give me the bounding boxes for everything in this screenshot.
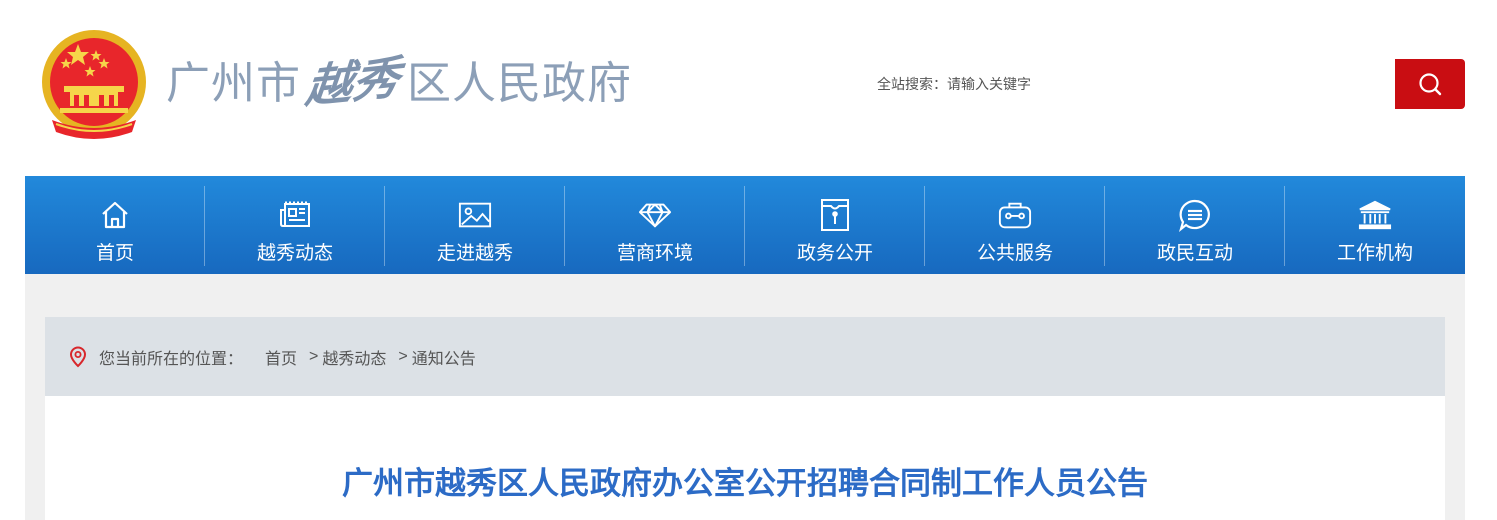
building-icon (1358, 198, 1392, 232)
main-nav: 首页 越秀动态 走进越秀 营商环境 政务公开 公共服务 政民互动 工作机构 (25, 176, 1465, 274)
nav-item-interaction[interactable]: 政民互动 (1105, 176, 1285, 274)
nav-item-agencies[interactable]: 工作机构 (1285, 176, 1465, 274)
search-icon (1419, 73, 1442, 96)
nav-item-business[interactable]: 营商环境 (565, 176, 745, 274)
chat-icon (1178, 198, 1212, 232)
nav-label: 首页 (95, 243, 134, 264)
nav-label: 政务公开 (796, 243, 873, 264)
nav-item-about[interactable]: 走进越秀 (385, 176, 565, 274)
search-button[interactable] (1395, 59, 1465, 109)
breadcrumb-prefix: 您当前所在的位置： (99, 350, 244, 368)
search-label: 全站搜索： (877, 76, 947, 92)
nav-label: 公共服务 (976, 243, 1053, 264)
image-icon (458, 198, 492, 232)
national-emblem-logo[interactable] (38, 28, 150, 144)
diamond-icon (638, 198, 672, 232)
nav-item-open-gov[interactable]: 政务公开 (745, 176, 925, 274)
home-icon (98, 198, 132, 232)
nav-label: 工作机构 (1336, 243, 1413, 264)
site-title[interactable]: 广州市 越秀 区人民政府 (166, 44, 632, 114)
breadcrumb-notice-link[interactable]: 通知公告 (412, 345, 476, 369)
nav-item-public-service[interactable]: 公共服务 (925, 176, 1105, 274)
article-title: 广州市越秀区人民政府办公室公开招聘合同制工作人员公告 (342, 466, 1148, 501)
location-pin-icon (69, 345, 87, 367)
header: 广州市 越秀 区人民政府 全站搜索： (0, 0, 1497, 176)
breadcrumb-news-link[interactable]: 越秀动态 (322, 345, 386, 369)
nav-label: 营商环境 (616, 243, 693, 264)
article: 广州市越秀区人民政府办公室公开招聘合同制工作人员公告 (45, 396, 1445, 520)
envelope-icon (818, 198, 852, 232)
search-box: 全站搜索： (877, 60, 1395, 108)
nav-label: 越秀动态 (256, 243, 333, 264)
search-input[interactable] (947, 76, 1247, 92)
site-title-district: 区人民政府 (407, 58, 632, 109)
briefcase-icon (998, 198, 1032, 232)
site-title-calligraphy: 越秀 (303, 50, 403, 114)
breadcrumb-separator: > (309, 347, 319, 365)
nav-label: 政民互动 (1156, 243, 1233, 264)
breadcrumb-separator: > (398, 347, 408, 365)
nav-item-home[interactable]: 首页 (25, 176, 205, 274)
breadcrumb: 您当前所在的位置： 首页 > 越秀动态 > 通知公告 (45, 317, 1445, 396)
site-title-city: 广州市 (166, 58, 301, 109)
nav-label: 走进越秀 (436, 243, 513, 264)
nav-item-news[interactable]: 越秀动态 (205, 176, 385, 274)
news-icon (278, 198, 312, 232)
breadcrumb-home-link[interactable]: 首页 (265, 345, 297, 369)
